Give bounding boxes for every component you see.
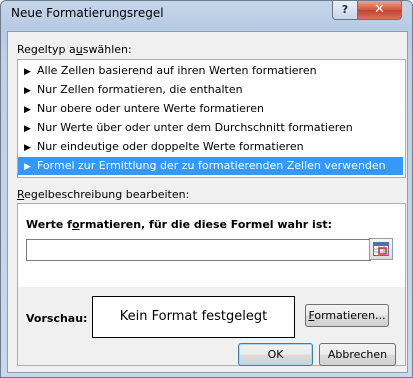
close-button[interactable]: ✕ xyxy=(357,1,402,20)
formula-input[interactable] xyxy=(26,239,371,261)
ruletype-item[interactable]: ▶ Nur Werte über oder unter dem Durchschn… xyxy=(18,119,403,137)
formula-section: Werte formatieren, für die diese Formel … xyxy=(18,204,405,287)
ruletype-item[interactable]: ▶ Nur eindeutige oder doppelte Werte form… xyxy=(18,138,403,156)
ok-button[interactable]: OK xyxy=(238,343,313,366)
preview-label: Vorschau: xyxy=(26,312,88,325)
range-select-button[interactable] xyxy=(369,238,393,260)
triangle-right-icon: ▶ xyxy=(24,124,31,134)
description-label: Regelbeschreibung bearbeiten: xyxy=(17,188,190,201)
ruletype-label: Regeltyp auswählen: xyxy=(17,43,132,56)
triangle-right-icon: ▶ xyxy=(24,105,31,115)
dialog-window: Neue Formatierungsregel ? ✕ Regeltyp aus… xyxy=(0,0,413,378)
triangle-right-icon: ▶ xyxy=(24,67,31,77)
help-button[interactable]: ? xyxy=(332,1,358,20)
triangle-right-icon: ▶ xyxy=(24,162,31,172)
ruletype-item[interactable]: ▶ Nur Zellen formatieren, die enthalten xyxy=(18,81,403,99)
cancel-button[interactable]: Abbrechen xyxy=(319,343,396,366)
ruletype-item[interactable]: ▶ Nur obere oder untere Werte formatieren xyxy=(18,100,403,118)
format-button[interactable]: Formatieren... xyxy=(305,304,389,327)
ruletype-item[interactable]: ▶ Alle Zellen basierend auf ihren Werten … xyxy=(18,62,403,80)
preview-box: Kein Format festgelegt xyxy=(92,296,295,338)
range-select-icon xyxy=(373,242,389,256)
title-bar[interactable]: Neue Formatierungsregel ? ✕ xyxy=(1,1,412,27)
dialog-title: Neue Formatierungsregel xyxy=(11,6,164,20)
formula-heading: Werte formatieren, für die diese Formel … xyxy=(26,218,333,231)
triangle-right-icon: ▶ xyxy=(24,143,31,153)
ruletype-list[interactable]: ▶ Alle Zellen basierend auf ihren Werten … xyxy=(17,59,406,178)
description-panel: Werte formatieren, für die diese Formel … xyxy=(17,203,406,366)
triangle-right-icon: ▶ xyxy=(24,86,31,96)
ruletype-item[interactable]: ▶ Formel zur Ermittlung der zu formatiere… xyxy=(18,157,403,175)
dialog-client-area: Regeltyp auswählen: ▶ Alle Zellen basiere… xyxy=(7,31,408,373)
